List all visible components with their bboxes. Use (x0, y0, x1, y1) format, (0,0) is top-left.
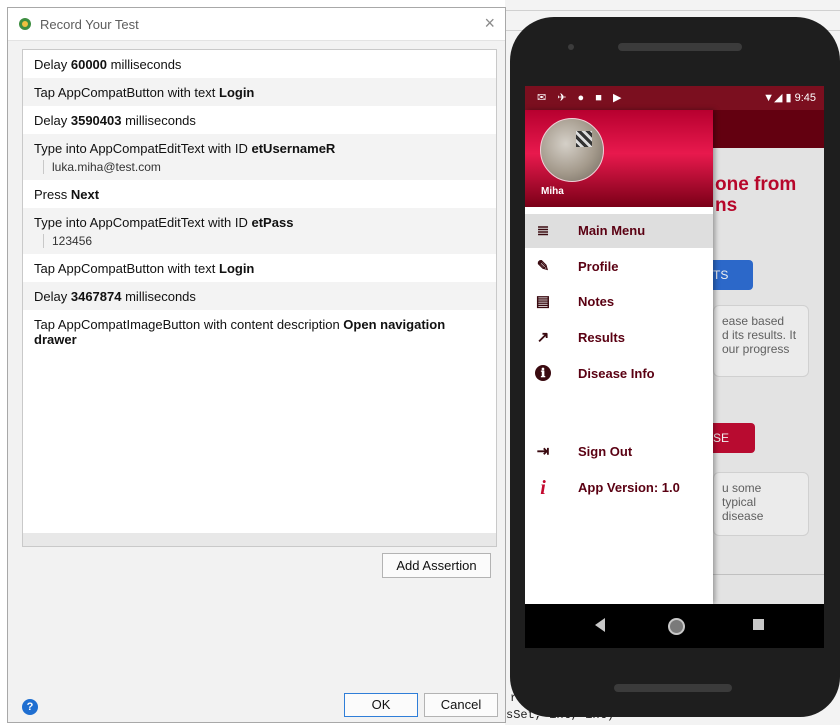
status-bar: ✉ ✈ ● ■ ▶ ▼◢ ▮ 9:45 (525, 86, 824, 110)
drawer-item-label: Disease Info (578, 366, 655, 381)
emulator-phone: ✉ ✈ ● ■ ▶ ▼◢ ▮ 9:45 one from ns TS ease … (510, 17, 840, 717)
bottom-speaker (614, 684, 732, 692)
version-info-icon: i (540, 477, 546, 499)
step-value: Next (70, 187, 100, 202)
drawer-item-label: Sign Out (578, 444, 633, 459)
avatar[interactable] (540, 118, 604, 182)
drawer-item-disease-info[interactable]: ℹ Disease Info (525, 357, 713, 391)
step-text: Delay (34, 57, 71, 72)
step-text: Type into AppCompatEditText with ID (34, 141, 252, 156)
step-value: Login (219, 261, 255, 276)
drawer-item-profile[interactable]: ✎ Profile (525, 250, 713, 284)
notes-icon: ▤ (535, 293, 551, 310)
drawer-item-label: Profile (578, 259, 619, 274)
status-notification-icons: ✉ ✈ ● ■ ▶ (537, 92, 626, 104)
step-value: Login (219, 85, 255, 100)
step-text: Delay (34, 113, 71, 128)
dialog-title-bar: Record Your Test × (8, 8, 505, 41)
earpiece-speaker (618, 43, 742, 51)
step-text: Tap AppCompatImageButton with content de… (34, 317, 344, 332)
step-value: 3590403 (70, 113, 122, 128)
user-name: Miha (541, 186, 564, 197)
android-studio-icon (19, 18, 31, 30)
drawer-scrim[interactable] (713, 110, 824, 604)
results-icon: ↗ (536, 329, 550, 346)
list-item[interactable]: Tap AppCompatButton with text Login (23, 78, 496, 106)
cancel-button[interactable]: Cancel (424, 693, 498, 717)
navigation-drawer: Miha ≣ Main Menu ✎ Profile ▤ Notes ↗ Res… (525, 110, 713, 604)
main-menu-icon: ≣ (536, 222, 550, 239)
front-camera (568, 44, 574, 50)
avatar-photo-detail (576, 131, 592, 147)
typed-text-value: 123456 (43, 234, 485, 248)
ok-button[interactable]: OK (344, 693, 418, 717)
dialog-title: Record Your Test (40, 17, 139, 32)
home-icon[interactable] (668, 618, 685, 635)
step-suffix: milliseconds (107, 57, 182, 72)
step-text: Tap AppCompatButton with text (34, 261, 219, 276)
list-item[interactable]: Delay 3467874 milliseconds (23, 282, 496, 310)
step-text: Type into AppCompatEditText with ID (34, 215, 252, 230)
step-text: Delay (34, 289, 71, 304)
list-item[interactable]: Tap AppCompatButton with text Login (23, 254, 496, 282)
recorded-steps-list[interactable]: Delay 60000 milliseconds Tap AppCompatBu… (22, 49, 497, 547)
add-assertion-button[interactable]: Add Assertion (382, 553, 491, 578)
horizontal-scrollbar[interactable] (23, 533, 496, 546)
recents-icon[interactable] (753, 619, 764, 630)
step-suffix: milliseconds (121, 113, 196, 128)
step-suffix: milliseconds (121, 289, 196, 304)
step-value: etUsernameR (251, 141, 336, 156)
list-item[interactable]: Type into AppCompatEditText with ID etUs… (23, 134, 496, 180)
list-item[interactable]: Delay 60000 milliseconds (23, 50, 496, 78)
drawer-item-label: Results (578, 330, 625, 345)
list-item[interactable]: Delay 3590403 milliseconds (23, 106, 496, 134)
typed-text-value: luka.miha@test.com (43, 160, 485, 174)
drawer-header: Miha (525, 110, 713, 207)
phone-screen: ✉ ✈ ● ■ ▶ ▼◢ ▮ 9:45 one from ns TS ease … (525, 86, 824, 648)
close-icon[interactable]: × (484, 13, 495, 34)
help-icon[interactable]: ? (22, 699, 38, 715)
back-icon[interactable] (595, 618, 605, 632)
drawer-item-main-menu[interactable]: ≣ Main Menu (525, 214, 713, 248)
list-item[interactable]: Tap AppCompatImageButton with content de… (23, 310, 496, 347)
step-text: Press (34, 187, 71, 202)
step-value: 3467874 (70, 289, 122, 304)
list-item[interactable]: Type into AppCompatEditText with ID etPa… (23, 208, 496, 254)
drawer-item-app-version[interactable]: i App Version: 1.0 (525, 471, 713, 505)
drawer-item-label: App Version: 1.0 (578, 480, 680, 495)
step-value: etPass (251, 215, 294, 230)
drawer-item-label: Notes (578, 294, 615, 309)
step-text: Tap AppCompatButton with text (34, 85, 219, 100)
info-icon: ℹ (535, 365, 551, 381)
drawer-item-sign-out[interactable]: ⇥ Sign Out (525, 435, 713, 469)
drawer-item-results[interactable]: ↗ Results (525, 321, 713, 355)
step-value: 60000 (70, 57, 108, 72)
status-clock: ▼◢ ▮ 9:45 (763, 92, 816, 104)
system-nav-bar (525, 604, 824, 648)
list-item[interactable]: Press Next (23, 180, 496, 208)
drawer-item-notes[interactable]: ▤ Notes (525, 285, 713, 319)
ide-divider (505, 10, 840, 11)
drawer-item-label: Main Menu (578, 223, 646, 238)
profile-icon: ✎ (536, 258, 550, 275)
record-test-dialog: Record Your Test × Delay 60000 milliseco… (7, 7, 506, 723)
sign-out-icon: ⇥ (536, 443, 550, 460)
